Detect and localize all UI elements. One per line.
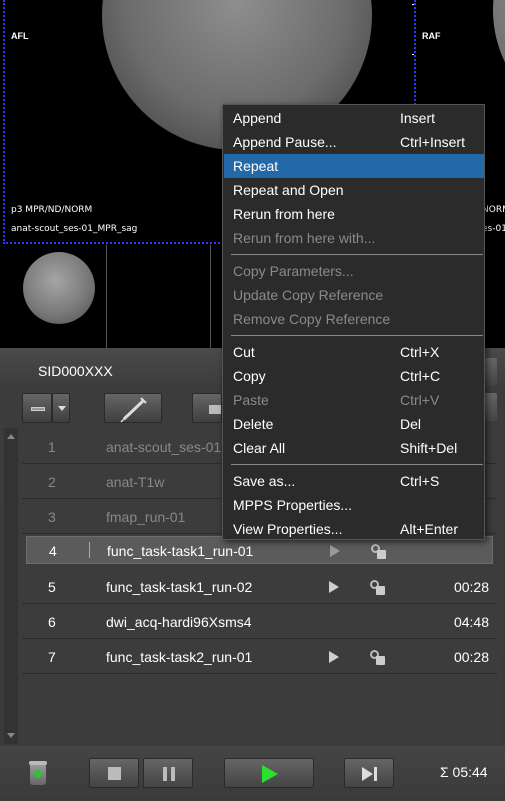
ruler-tick (412, 4, 414, 5)
orientation-label: RAF (422, 31, 441, 41)
menu-separator (231, 335, 483, 336)
settings-icon[interactable] (370, 650, 385, 665)
menu-item-clear-all[interactable]: Clear All Shift+Del (224, 436, 484, 460)
menu-item-save-as[interactable]: Save as... Ctrl+S (224, 469, 484, 493)
play-icon[interactable] (329, 581, 339, 593)
play-icon (262, 765, 278, 783)
menu-item-remove-copy-reference[interactable]: Remove Copy Reference (224, 307, 484, 331)
protocol-name: dwi_acq-hardi96Xsms4 (106, 614, 252, 630)
panel-side-button[interactable] (484, 393, 497, 421)
menu-item-append[interactable]: Append Insert (224, 106, 484, 130)
folder-icon (209, 405, 221, 414)
menu-item-update-copy-reference[interactable]: Update Copy Reference (224, 283, 484, 307)
menu-item-repeat[interactable]: Repeat (224, 154, 484, 178)
menu-separator (231, 254, 483, 255)
transport-toolbar: Σ 05:44 (0, 746, 505, 801)
series-type-label: p3 MPR/ND/NORM (11, 205, 93, 215)
context-menu: Append Insert Append Pause... Ctrl+Inser… (222, 104, 485, 540)
play-icon[interactable] (330, 545, 340, 557)
start-scan-button[interactable] (224, 758, 314, 788)
series-name-label: anat-scout_ses-01_MPR_sag (11, 224, 138, 234)
phantom-thumbnail (23, 252, 95, 324)
stop-icon (108, 767, 121, 780)
protocol-name: func_task-task2_run-01 (106, 649, 253, 665)
list-item[interactable]: 5 func_task-task1_run-02 00:28 (22, 570, 497, 604)
list-item[interactable]: 7 func_task-task2_run-01 00:28 (22, 640, 497, 674)
menu-separator (231, 464, 483, 465)
thumbnail[interactable] (107, 245, 211, 348)
row-number: 3 (48, 509, 56, 525)
list-mode-icon (31, 407, 45, 411)
thumbnail[interactable] (3, 245, 107, 348)
drag-handle-icon[interactable] (89, 542, 95, 558)
view-mode-button[interactable] (22, 393, 52, 423)
trash-icon[interactable] (27, 761, 49, 785)
row-number: 1 (48, 439, 56, 455)
settings-icon[interactable] (371, 544, 386, 559)
protocol-name: func_task-task1_run-02 (106, 579, 253, 595)
injector-button[interactable] (104, 393, 162, 423)
row-number: 6 (48, 614, 56, 630)
duration: 00:28 (453, 579, 489, 595)
protocol-name: anat-scout_ses-01 (106, 439, 222, 455)
folder-button[interactable] (192, 393, 222, 423)
menu-item-paste[interactable]: Paste Ctrl+V (224, 388, 484, 412)
menu-item-copy-parameters[interactable]: Copy Parameters... (224, 259, 484, 283)
total-duration: Σ 05:44 (440, 764, 488, 780)
syringe-icon (120, 397, 147, 423)
pause-button[interactable] (143, 758, 193, 788)
phantom-image (493, 0, 505, 120)
menu-item-copy[interactable]: Copy Ctrl+C (224, 364, 484, 388)
row-number: 5 (48, 579, 56, 595)
stop-button[interactable] (89, 758, 139, 788)
menu-item-delete[interactable]: Delete Del (224, 412, 484, 436)
duration: 04:48 (453, 614, 489, 630)
row-number: 7 (48, 649, 56, 665)
protocol-name: func_task-task1_run-01 (107, 543, 254, 559)
orientation-label: AFL (11, 31, 29, 41)
protocol-name: fmap_run-01 (106, 509, 186, 525)
patient-id: SID000XXX (38, 363, 113, 379)
menu-item-view-properties[interactable]: View Properties... Alt+Enter (224, 517, 484, 541)
menu-item-mpps-properties[interactable]: MPPS Properties... (224, 493, 484, 517)
settings-icon[interactable] (370, 580, 385, 595)
scroll-up-icon[interactable] (7, 434, 15, 439)
series-type-label: NORM (482, 205, 505, 215)
row-number: 2 (48, 474, 56, 490)
skip-next-button[interactable] (344, 758, 394, 788)
ruler-tick (412, 54, 414, 55)
list-item[interactable]: 6 dwi_acq-hardi96Xsms4 04:48 (22, 605, 497, 639)
menu-item-append-pause[interactable]: Append Pause... Ctrl+Insert (224, 130, 484, 154)
panel-side-button[interactable] (484, 358, 497, 386)
play-icon[interactable] (329, 651, 339, 663)
duration: 00:28 (453, 649, 489, 665)
view-mode-dropdown[interactable] (52, 393, 70, 423)
menu-item-repeat-and-open[interactable]: Repeat and Open (224, 178, 484, 202)
protocol-name: anat-T1w (106, 474, 165, 490)
row-number: 4 (49, 543, 57, 559)
scroll-down-icon[interactable] (7, 733, 15, 738)
menu-item-rerun-from-here[interactable]: Rerun from here (224, 202, 484, 226)
menu-item-rerun-from-here-with[interactable]: Rerun from here with... (224, 226, 484, 250)
chevron-down-icon (58, 406, 66, 411)
menu-item-cut[interactable]: Cut Ctrl+X (224, 340, 484, 364)
series-name-label: es-01 (482, 224, 505, 234)
list-scrollbar[interactable] (4, 428, 18, 744)
